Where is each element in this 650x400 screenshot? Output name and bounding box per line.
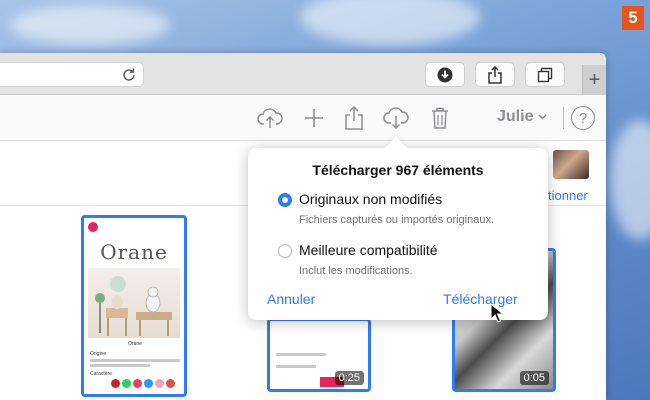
help-button[interactable]: ?	[571, 106, 595, 130]
video-thumbnail[interactable]: 0:25	[267, 318, 371, 392]
video-duration: 0:25	[334, 371, 364, 385]
radio-original[interactable]	[278, 193, 292, 207]
download-icon	[383, 107, 409, 130]
popover-title: Télécharger 967 éléments	[312, 162, 484, 178]
share-photos-button[interactable]	[341, 105, 367, 131]
option-original-label[interactable]: Originaux non modifiés	[299, 191, 442, 207]
delete-button[interactable]	[427, 105, 453, 131]
plush-toys-illustration	[95, 276, 172, 336]
photos-toolbar: Julie ?	[0, 95, 606, 141]
twitter-icon	[144, 379, 153, 388]
thumbnail-title: Orane	[100, 240, 168, 264]
add-button[interactable]	[301, 105, 327, 131]
instagram-icon	[133, 379, 142, 388]
downloads-button[interactable]	[425, 62, 465, 87]
download-button[interactable]: Télécharger	[443, 291, 518, 307]
share-icon	[345, 106, 363, 130]
tabs-overview-button[interactable]	[525, 62, 565, 87]
mail-icon	[166, 379, 175, 388]
reload-icon[interactable]	[121, 67, 137, 83]
select-link[interactable]: tionner	[548, 188, 588, 203]
desktop-cloud	[300, 0, 480, 45]
upload-icon	[257, 108, 283, 128]
thumbnail-image	[88, 268, 180, 338]
share-icon	[488, 65, 502, 84]
option-compatible-label[interactable]: Meilleure compatibilité	[299, 242, 438, 258]
thumbnail-section-heading: Origine	[90, 351, 107, 357]
mouse-cursor-icon	[490, 303, 504, 323]
text-line	[276, 353, 326, 356]
toolbar-divider	[563, 107, 564, 129]
account-menu[interactable]: Julie	[497, 108, 547, 126]
plus-icon	[305, 109, 323, 127]
share-icon	[155, 379, 164, 388]
desktop-cloud	[10, 5, 170, 45]
download-photos-button[interactable]	[383, 105, 409, 131]
text-line	[90, 364, 150, 367]
whatsapp-icon	[122, 379, 131, 388]
address-bar[interactable]	[0, 62, 144, 87]
option-compatible-description: Inclut les modifications.	[299, 265, 413, 277]
chevron-down-icon	[538, 114, 547, 120]
desktop-cloud	[610, 120, 650, 240]
avatar[interactable]	[553, 150, 589, 179]
download-popover: Télécharger 967 éléments Originaux non m…	[248, 136, 548, 320]
tabs-icon	[537, 67, 553, 82]
thumbnail-section-heading: Caractère	[90, 371, 112, 377]
share-button[interactable]	[475, 62, 515, 87]
trash-icon	[432, 107, 448, 129]
upload-button[interactable]	[257, 105, 283, 131]
text-line	[276, 365, 316, 368]
cancel-button[interactable]: Annuler	[267, 291, 315, 307]
download-icon	[437, 67, 453, 82]
user-name: Julie	[497, 108, 534, 125]
pinterest-icon	[111, 379, 120, 388]
pinterest-icon	[88, 222, 98, 232]
browser-toolbar: +	[0, 53, 606, 95]
option-original-description: Fichiers capturés ou importés originaux.	[299, 214, 495, 226]
radio-compatible[interactable]	[278, 244, 292, 258]
text-line	[90, 359, 180, 362]
photo-thumbnail[interactable]: Orane Orane Origine Caractère	[81, 215, 187, 397]
social-share-icons	[111, 379, 175, 388]
thumbnail-caption: Orane	[128, 341, 142, 347]
new-tab-button[interactable]: +	[582, 65, 606, 95]
video-duration: 0:05	[519, 371, 549, 385]
step-number-badge: 5	[622, 6, 644, 30]
